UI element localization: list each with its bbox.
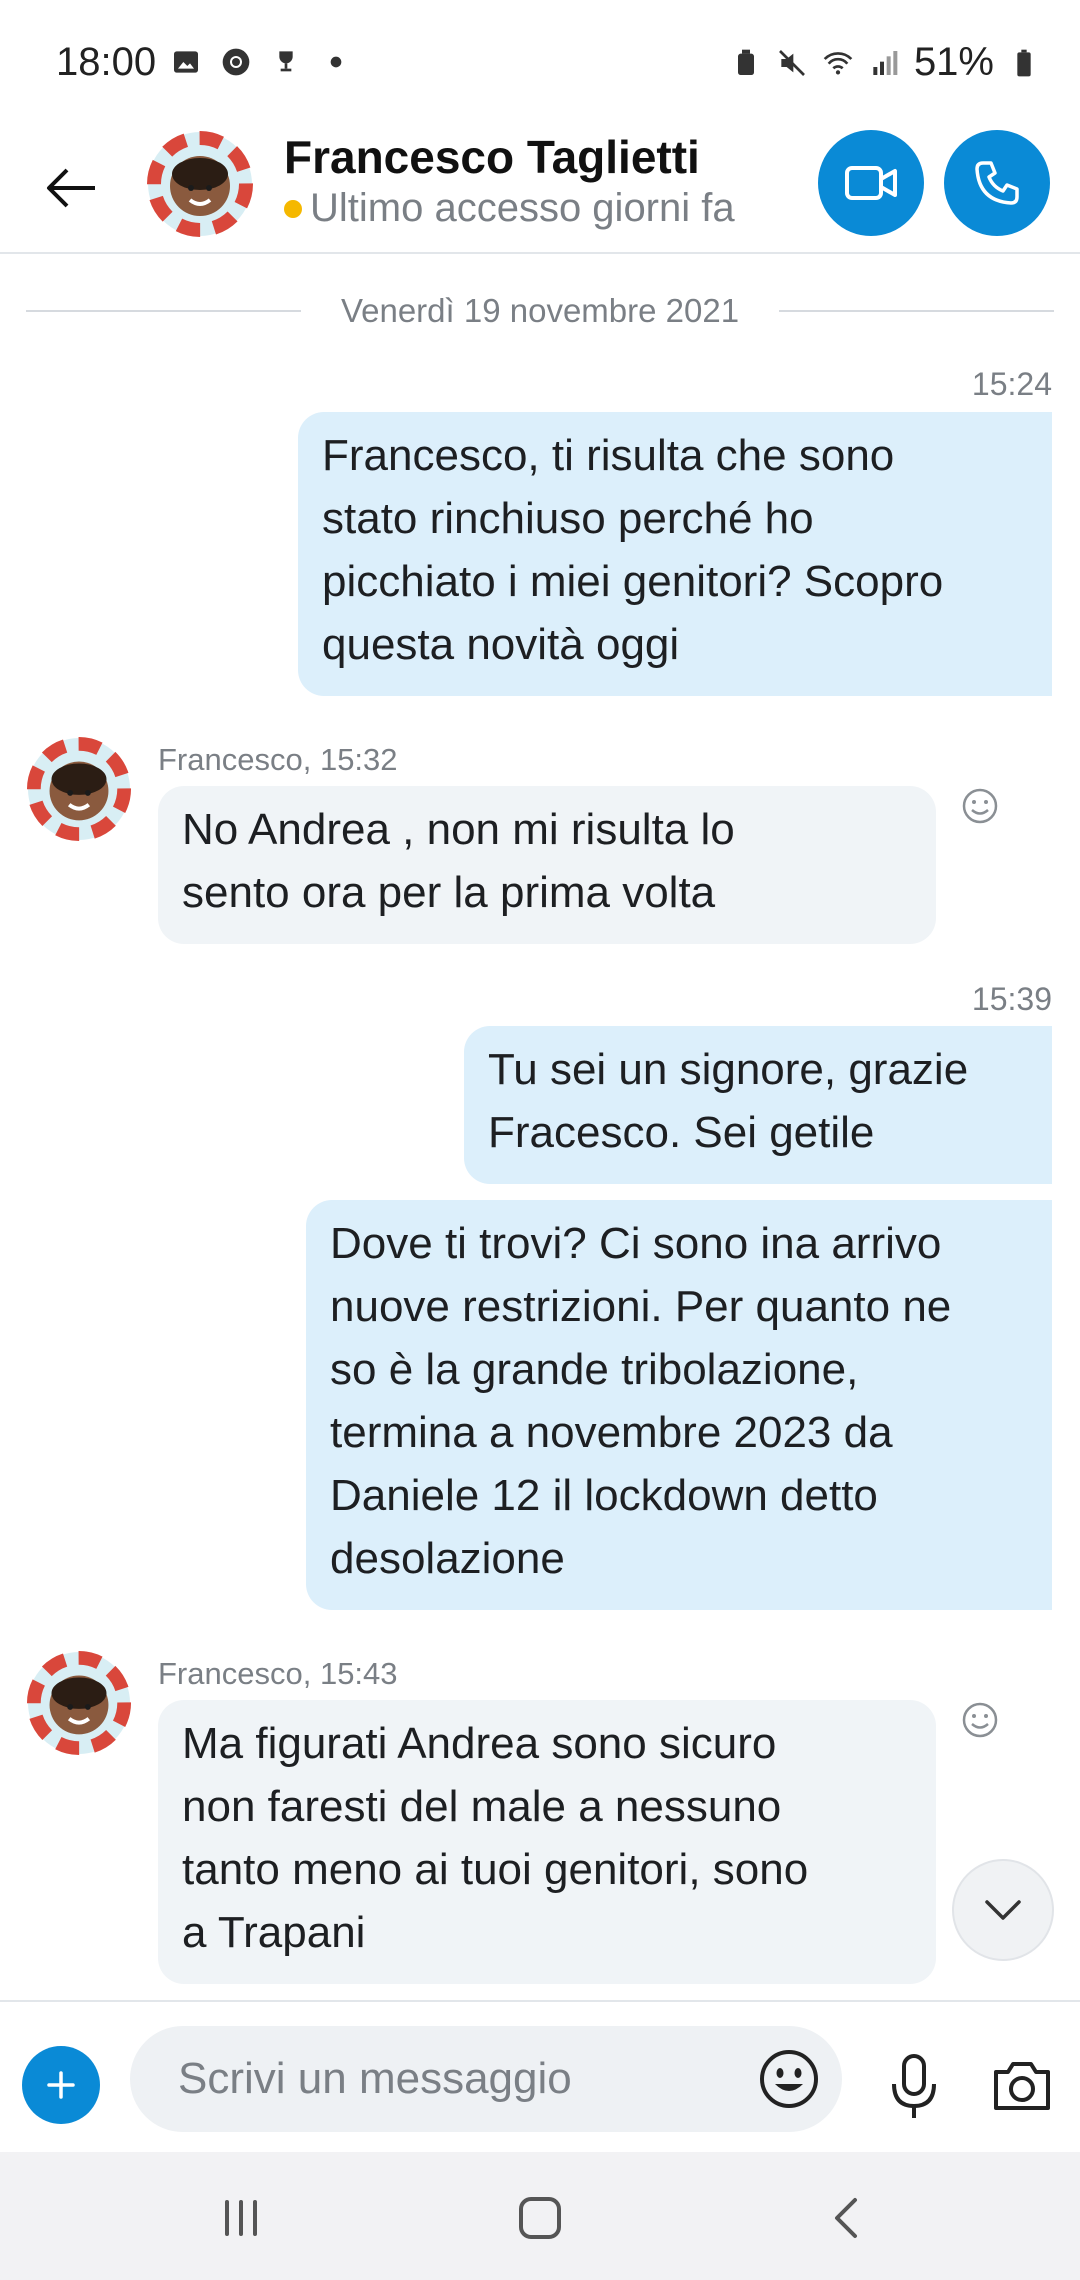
status-system-icons: 51%: [730, 40, 1040, 85]
message-input[interactable]: Scrivi un messaggio: [130, 2026, 842, 2132]
incoming-message[interactable]: Ma figurati Andrea sono sicuro non fares…: [158, 1700, 936, 1984]
message-line: questa novità oggi: [322, 620, 680, 669]
add-attachment-button[interactable]: [22, 2046, 100, 2124]
contact-avatar[interactable]: [146, 130, 254, 238]
message-line: a Trapani: [182, 1908, 366, 1957]
gallery-icon: [174, 51, 198, 73]
recents-button[interactable]: [211, 2188, 271, 2248]
message-line: Ma figurati Andrea sono sicuro: [182, 1719, 777, 1768]
message-line: tanto meno ai tuoi genitori, sono: [182, 1845, 809, 1894]
battery-percent: 51%: [913, 40, 994, 84]
alarm-icon: [737, 49, 754, 75]
arrow-left-icon: [47, 168, 95, 208]
phone-icon: [975, 161, 1019, 205]
camera-icon[interactable]: [990, 2056, 1054, 2116]
system-navigation-bar: [0, 2152, 1080, 2280]
divider: [26, 310, 301, 312]
voice-call-button[interactable]: [944, 130, 1050, 236]
message-line: picchiato i miei genitori? Scopro: [322, 557, 944, 606]
video-call-button[interactable]: [818, 130, 924, 236]
contact-status-text: Ultimo accesso giorni fa: [310, 186, 735, 230]
message-line: Dove ti trovi? Ci sono ina arrivo: [330, 1219, 942, 1268]
message-timestamp: 15:39: [971, 981, 1052, 1017]
message-composer: Scrivi un messaggio: [0, 2000, 1080, 2152]
message-line: non faresti del male a nessuno: [182, 1782, 782, 1831]
wifi-icon: [823, 51, 853, 74]
message-line: so è la grande tribolazione,: [330, 1345, 859, 1394]
smiley-reaction-icon[interactable]: [960, 786, 1000, 826]
incoming-message[interactable]: No Andrea , non mi risulta lo sento ora …: [158, 786, 936, 944]
sender-avatar[interactable]: [26, 1650, 132, 1756]
microphone-icon[interactable]: [884, 2052, 944, 2122]
home-icon: [519, 2197, 561, 2239]
sender-avatar[interactable]: [26, 736, 132, 842]
chat-messages-area[interactable]: Venerdì 19 novembre 2021 15:24 Francesco…: [0, 256, 1080, 1998]
status-time: 18:00: [56, 40, 157, 84]
scroll-to-bottom-button[interactable]: [952, 1859, 1054, 1961]
message-line: Tu sei un signore, grazie: [488, 1045, 969, 1094]
message-line: Francesco, ti risulta che sono: [322, 431, 895, 480]
message-line: Fracesco. Sei getile: [488, 1108, 875, 1157]
message-line: stato rinchiuso perché ho: [322, 494, 814, 543]
back-button[interactable]: [36, 152, 108, 224]
outgoing-message[interactable]: Tu sei un signore, grazie Fracesco. Sei …: [464, 1026, 1052, 1184]
contact-status: Ultimo accesso giorni fa: [284, 186, 735, 231]
message-line: termina a novembre 2023 da: [330, 1408, 893, 1457]
message-line: nuove restrizioni. Per quanto ne: [330, 1282, 952, 1331]
date-separator: Venerdì 19 novembre 2021: [26, 286, 1055, 336]
message-line: Daniele 12 il lockdown detto: [330, 1471, 878, 1520]
date-separator-text: Venerdì 19 novembre 2021: [340, 292, 740, 329]
recents-icon: [225, 2200, 257, 2236]
divider: [779, 310, 1055, 312]
message-input-placeholder: Scrivi un messaggio: [178, 2054, 572, 2103]
message-line: No Andrea , non mi risulta lo: [182, 805, 735, 854]
battery-icon: [1017, 49, 1031, 76]
outgoing-message[interactable]: Francesco, ti risulta che sono stato rin…: [298, 412, 1052, 696]
dot-icon: [330, 56, 342, 68]
chevron-down-icon: [985, 1900, 1021, 1920]
emoji-icon[interactable]: [756, 2046, 822, 2112]
message-line: desolazione: [330, 1534, 565, 1583]
chat-header: Francesco Taglietti Ultimo accesso giorn…: [0, 130, 1080, 254]
back-nav-button[interactable]: [816, 2188, 876, 2248]
video-camera-icon: [845, 166, 897, 200]
mute-icon: [778, 49, 805, 76]
contact-name[interactable]: Francesco Taglietti: [284, 130, 700, 184]
message-line: sento ora per la prima volta: [182, 868, 716, 917]
plus-icon: [47, 2071, 75, 2099]
status-bar: 18:00 51%: [0, 0, 1080, 130]
trophy-icon: [279, 51, 293, 72]
sender-meta: Francesco, 15:32: [158, 742, 398, 777]
status-notification-icons: [170, 46, 352, 78]
back-icon: [835, 2198, 857, 2238]
home-button[interactable]: [510, 2188, 570, 2248]
outgoing-message[interactable]: Dove ti trovi? Ci sono ina arrivo nuove …: [306, 1200, 1052, 1610]
signal-icon: [873, 50, 898, 75]
chrome-icon: [222, 48, 250, 76]
sender-meta: Francesco, 15:43: [158, 1656, 398, 1691]
away-status-dot: [284, 199, 302, 218]
message-timestamp: 15:24: [971, 366, 1052, 402]
smiley-reaction-icon[interactable]: [960, 1700, 1000, 1740]
